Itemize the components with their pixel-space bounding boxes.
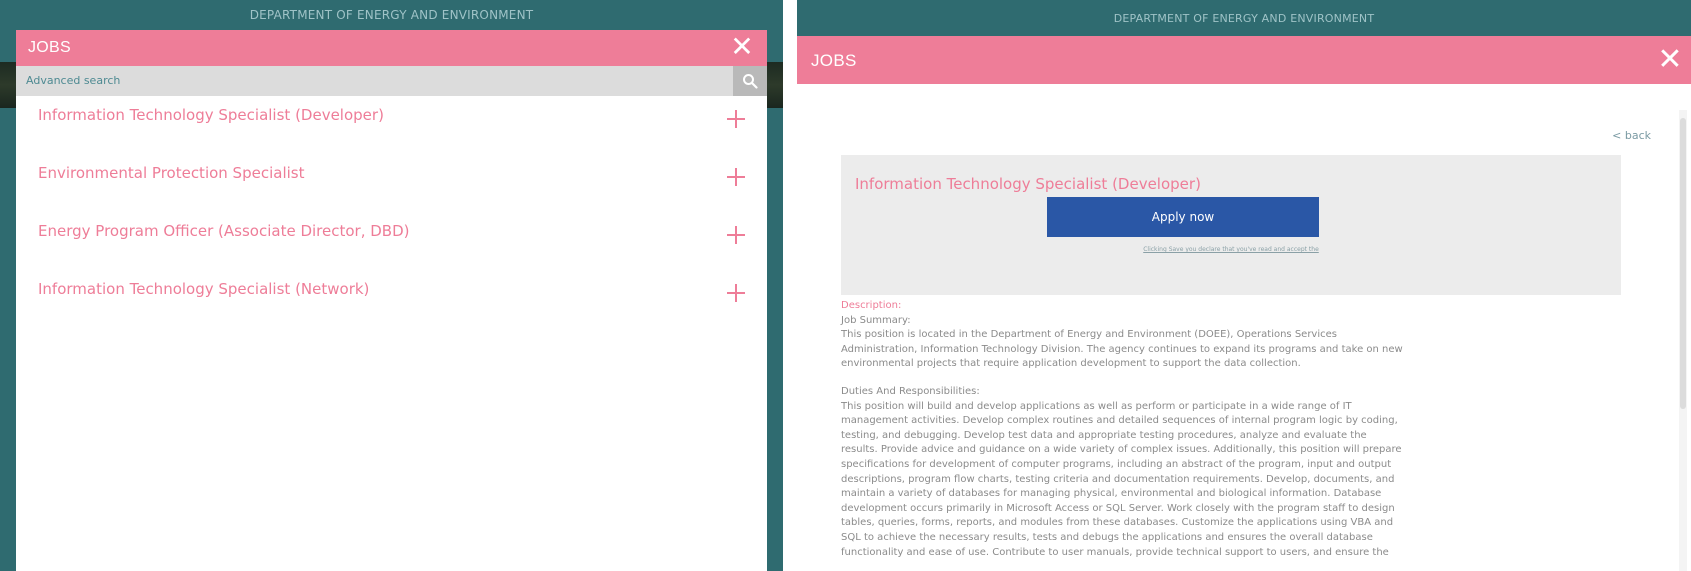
duties-line: functionality and ease of use. Contribut… — [841, 546, 1389, 558]
jobs-list-screen: DEPARTMENT OF ENERGY AND ENVIRONMENT JOB… — [0, 0, 783, 571]
job-title[interactable]: Environmental Protection Specialist — [38, 164, 304, 182]
job-list-item[interactable]: Energy Program Officer (Associate Direct… — [16, 212, 767, 270]
summary-line: environmental projects that require appl… — [841, 358, 1301, 370]
jobs-modal: JOBS ✕ Advanced search Information Techn… — [16, 30, 767, 571]
summary-line: Administration, Information Technology D… — [841, 343, 1403, 355]
scrollbar-thumb[interactable] — [1680, 118, 1686, 409]
job-detail: < back Information Technology Specialist… — [797, 84, 1691, 571]
job-title[interactable]: Information Technology Specialist (Netwo… — [38, 280, 369, 298]
job-list: Information Technology Specialist (Devel… — [16, 96, 767, 328]
duties-line: tables, queries, forms, reports, and mod… — [841, 517, 1394, 529]
job-title[interactable]: Information Technology Specialist (Devel… — [38, 106, 384, 124]
duties-line: descriptions, program flow charts, testi… — [841, 473, 1395, 485]
duties-line: SQL to achieve the necessary results, te… — [841, 531, 1373, 543]
job-detail-screen: DEPARTMENT OF ENERGY AND ENVIRONMENT JOB… — [797, 0, 1691, 571]
modal-header: JOBS ✕ — [16, 30, 767, 66]
job-list-item[interactable]: Environmental Protection Specialist — [16, 154, 767, 212]
close-icon[interactable]: ✕ — [1655, 45, 1685, 75]
screenshot-divider — [783, 0, 797, 571]
plus-icon[interactable] — [727, 110, 745, 128]
department-banner: DEPARTMENT OF ENERGY AND ENVIRONMENT — [1113, 12, 1375, 25]
job-apply-card: Information Technology Specialist (Devel… — [841, 155, 1621, 295]
description-label: Description: — [841, 300, 902, 311]
plus-icon[interactable] — [727, 168, 745, 186]
job-detail-title: Information Technology Specialist (Devel… — [855, 175, 1201, 193]
summary-line: This position is located in the Departme… — [841, 329, 1337, 341]
job-summary-heading: Job Summary: — [841, 314, 911, 326]
consent-link[interactable]: Clicking Save you declare that you've re… — [841, 246, 1621, 253]
back-link[interactable]: < back — [1612, 129, 1651, 142]
apply-now-button[interactable]: Apply now — [1047, 197, 1319, 237]
duties-heading: Duties And Responsibilities: — [841, 385, 980, 397]
plus-icon[interactable] — [727, 226, 745, 244]
modal-header: JOBS ✕ — [797, 36, 1691, 84]
duties-line: testing, and debugging. Develop test dat… — [841, 429, 1367, 441]
job-list-item[interactable]: Information Technology Specialist (Devel… — [16, 96, 767, 154]
duties-line: results. Provide advice and guidance on … — [841, 444, 1402, 456]
job-description: Description: Job Summary: This position … — [841, 299, 1621, 560]
plus-icon[interactable] — [727, 284, 745, 302]
duties-line: maintain a variety of databases for mana… — [841, 488, 1382, 500]
department-banner: DEPARTMENT OF ENERGY AND ENVIRONMENT — [249, 8, 534, 22]
search-button[interactable] — [733, 66, 767, 96]
duties-line: management activities. Develop complex r… — [841, 415, 1398, 427]
duties-line: This position will build and develop app… — [841, 400, 1352, 412]
jobs-modal: JOBS ✕ < back Information Technology Spe… — [797, 36, 1691, 571]
advanced-search-link[interactable]: Advanced search — [26, 74, 120, 87]
search-bar: Advanced search — [16, 66, 767, 96]
duties-line: specifications for development of comput… — [841, 458, 1392, 470]
modal-title: JOBS — [28, 39, 71, 56]
modal-title: JOBS — [811, 51, 857, 70]
duties-line: development occurs primarily in Microsof… — [841, 502, 1395, 514]
job-list-item[interactable]: Information Technology Specialist (Netwo… — [16, 270, 767, 328]
job-title[interactable]: Energy Program Officer (Associate Direct… — [38, 222, 410, 240]
close-icon[interactable]: ✕ — [727, 32, 757, 62]
search-icon — [743, 74, 758, 89]
